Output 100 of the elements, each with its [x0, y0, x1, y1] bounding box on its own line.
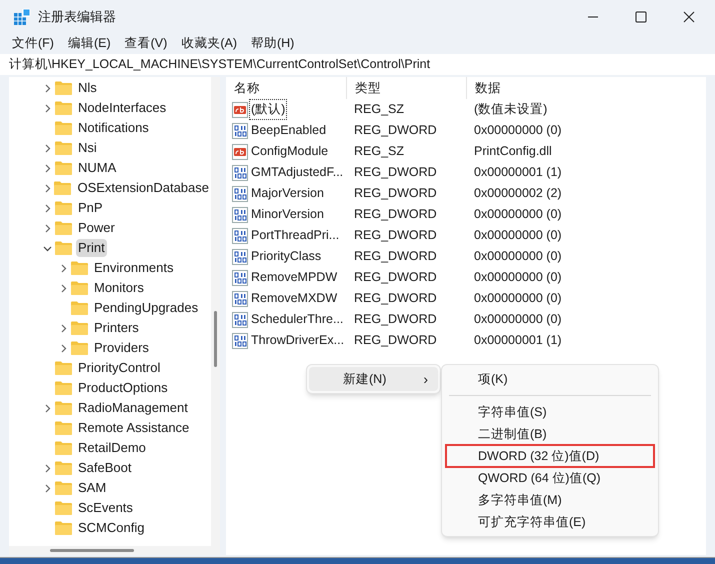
table-cell-text: REG_DWORD	[353, 227, 438, 244]
folder-icon	[71, 321, 88, 335]
tree-item[interactable]: ScEvents	[76, 499, 135, 517]
table-cell-text: REG_DWORD	[353, 269, 438, 286]
table-cell[interactable]: (默认)	[250, 100, 286, 119]
tree-item[interactable]: Power	[76, 219, 117, 237]
tree-item[interactable]: SCMConfig	[76, 519, 146, 537]
table-cell-text: REG_DWORD	[353, 248, 438, 266]
binary-value-icon	[232, 164, 248, 180]
table-cell[interactable]: ConfigModule	[250, 142, 330, 161]
menu-item[interactable]: 帮助(H)	[250, 34, 294, 52]
menu-item[interactable]: 编辑(E)	[68, 34, 111, 52]
table-cell-text: 0x00000000 (0)	[473, 248, 563, 266]
tree-item[interactable]: Monitors	[92, 279, 146, 297]
tree-item[interactable]: SAM	[76, 479, 108, 497]
binary-value-icon	[232, 228, 248, 244]
binary-value-icon	[232, 248, 248, 264]
tree-item[interactable]: Notifications	[76, 119, 151, 137]
table-cell-text: REG_DWORD	[353, 332, 438, 350]
registry-editor-logo-icon	[14, 9, 30, 25]
menu-item[interactable]: 新建(N) ›	[309, 367, 438, 391]
tree-item[interactable]: Printers	[92, 319, 141, 337]
table-cell-text: REG_DWORD	[353, 185, 438, 202]
chevron-right-icon[interactable]	[43, 144, 52, 152]
menu-item[interactable]: 可扩充字符串值(E)	[446, 511, 654, 533]
close-icon[interactable]	[683, 11, 695, 23]
chevron-down-icon[interactable]	[43, 244, 52, 252]
folder-icon	[54, 181, 72, 195]
binary-value-icon	[232, 186, 248, 202]
menu-item[interactable]: 项(K)	[446, 368, 654, 390]
folder-icon	[55, 221, 72, 235]
chevron-right-icon[interactable]	[43, 404, 52, 412]
table-cell[interactable]: RemoveMPDW	[250, 268, 338, 287]
tree-item[interactable]: PriorityControl	[76, 359, 162, 377]
tree-item[interactable]: Environments	[92, 259, 176, 277]
menu-item[interactable]: DWORD (32 位)值(D)	[446, 445, 654, 467]
scrollbar-thumb[interactable]	[214, 311, 217, 367]
tree-item[interactable]: RadioManagement	[76, 399, 190, 417]
menu-item[interactable]: 字符串值(S)	[446, 401, 654, 423]
tree-item[interactable]: NodeInterfaces	[76, 99, 168, 117]
folder-icon	[55, 401, 72, 415]
table-cell[interactable]: RemoveMXDW	[250, 289, 338, 308]
table-cell[interactable]: SchedulerThre...	[250, 310, 344, 329]
table-cell[interactable]: MajorVersion	[250, 184, 325, 203]
table-cell-text: 0x00000000 (0)	[473, 290, 563, 308]
table-cell[interactable]: MinorVersion	[250, 205, 325, 224]
table-cell[interactable]: BeepEnabled	[250, 121, 328, 140]
chevron-right-icon[interactable]	[43, 224, 52, 232]
tree-item[interactable]: NUMA	[76, 159, 118, 177]
folder-icon	[55, 441, 72, 455]
table-cell-text: REG_DWORD	[353, 206, 438, 224]
table-cell-text: 0x00000001 (1)	[473, 164, 563, 182]
column-header[interactable]: 名称	[226, 77, 347, 99]
chevron-right-icon[interactable]	[43, 104, 52, 112]
tree-item[interactable]: PendingUpgrades	[92, 299, 200, 317]
chevron-right-icon[interactable]	[43, 184, 52, 192]
maximize-icon[interactable]	[635, 11, 647, 23]
table-cell[interactable]: PortThreadPri...	[250, 226, 340, 245]
menu-item[interactable]: 文件(F)	[12, 34, 54, 52]
chevron-right-icon[interactable]	[59, 264, 68, 272]
chevron-right-icon[interactable]	[43, 84, 52, 92]
chevron-right-icon[interactable]	[59, 344, 68, 352]
window-title: 注册表编辑器	[38, 8, 116, 26]
tree-item[interactable]: Nsi	[76, 139, 99, 157]
binary-value-icon	[232, 206, 248, 222]
chevron-right-icon[interactable]	[59, 324, 68, 332]
table-cell-text: 0x00000000 (0)	[473, 269, 563, 286]
address-bar[interactable]: 计算机\HKEY_LOCAL_MACHINE\SYSTEM\CurrentControlSet\Control\Print	[0, 54, 715, 75]
tree-item[interactable]: Nls	[76, 79, 99, 97]
column-header[interactable]: 类型	[347, 77, 467, 99]
chevron-right-icon[interactable]	[43, 164, 52, 172]
chevron-right-icon[interactable]	[43, 204, 52, 212]
table-cell[interactable]: GMTAdjustedF...	[250, 163, 344, 182]
menu-item[interactable]: QWORD (64 位)值(Q)	[446, 467, 654, 489]
menu-item[interactable]: 收藏夹(A)	[181, 34, 237, 52]
tree-item[interactable]: Print	[76, 239, 107, 257]
scrollbar-thumb[interactable]	[50, 549, 134, 552]
chevron-right-icon[interactable]	[43, 484, 52, 492]
chevron-right-icon[interactable]	[43, 464, 52, 472]
table-cell-text: 0x00000000 (0)	[473, 206, 563, 224]
menu-item[interactable]: 查看(V)	[124, 34, 168, 52]
folder-icon	[55, 161, 72, 175]
column-header[interactable]: 数据	[467, 77, 706, 99]
submenu-arrow: ›	[423, 370, 428, 388]
tree-item[interactable]: RetailDemo	[76, 439, 148, 457]
tree-item[interactable]: Remote Assistance	[76, 419, 192, 437]
table-cell[interactable]: ThrowDriverEx...	[250, 331, 346, 350]
table-cell[interactable]: PriorityClass	[250, 247, 322, 266]
tree-item[interactable]: PnP	[76, 199, 105, 217]
tree-item[interactable]: ProductOptions	[76, 379, 170, 397]
tree-item[interactable]: OSExtensionDatabase	[75, 179, 211, 197]
folder-icon	[71, 281, 88, 295]
menu-item[interactable]: 多字符串值(M)	[446, 489, 654, 511]
chevron-right-icon[interactable]	[59, 284, 68, 292]
folder-icon	[55, 101, 72, 115]
tree-item[interactable]: Providers	[92, 339, 151, 357]
binary-value-icon	[232, 270, 248, 286]
folder-icon	[55, 381, 72, 395]
tree-item[interactable]: SafeBoot	[76, 459, 134, 477]
menu-item[interactable]: 二进制值(B)	[446, 423, 654, 445]
